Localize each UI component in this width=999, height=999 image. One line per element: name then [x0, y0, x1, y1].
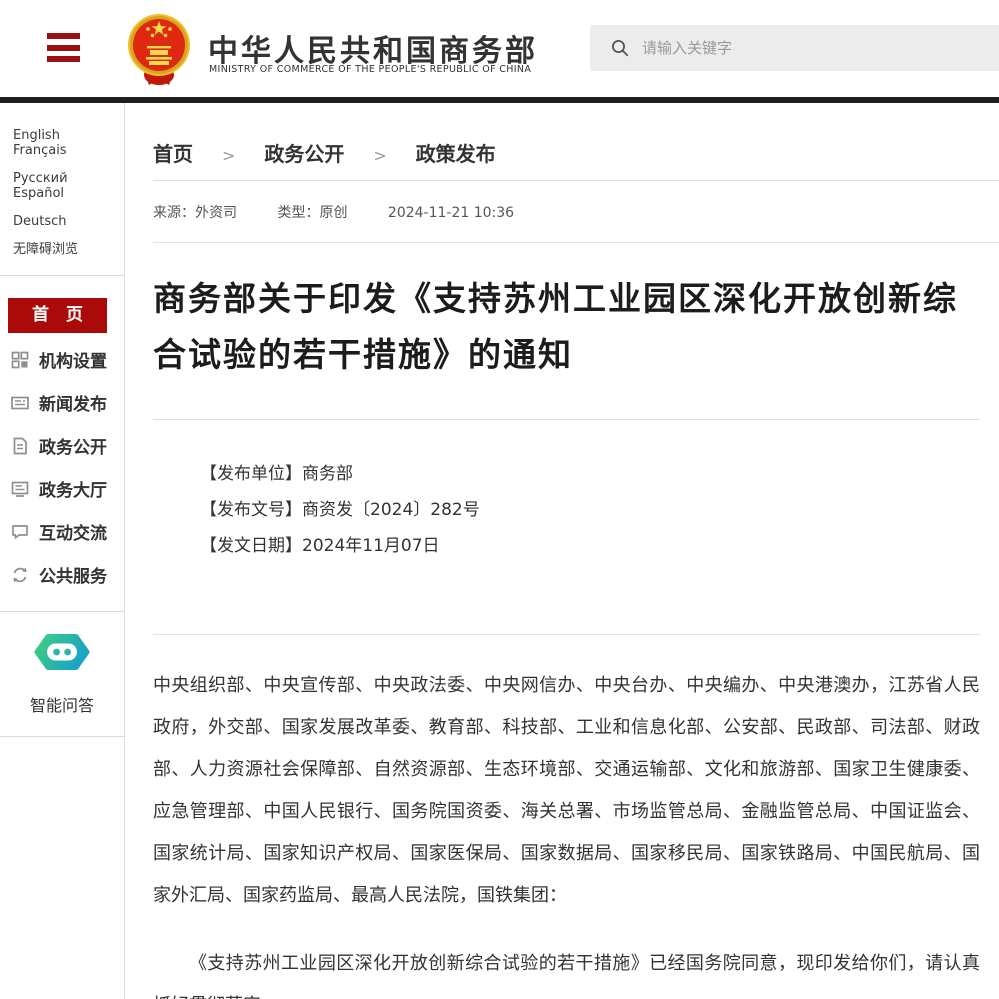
sidebar-nav: 机构设置 新闻发布 政务公开	[0, 338, 124, 596]
publish-unit: 【发布单位】商务部	[200, 456, 980, 492]
ai-robot-icon	[30, 629, 94, 675]
sidebar-item-label: 政务公开	[39, 433, 107, 458]
publish-number: 【发布文号】商资发〔2024〕282号	[200, 492, 980, 528]
public-service-icon	[10, 565, 30, 585]
meta-source: 来源：外资司	[153, 205, 237, 221]
national-emblem-logo	[127, 11, 191, 89]
service-hall-icon	[10, 479, 30, 499]
news-icon	[10, 393, 30, 413]
publication-info: 【发布单位】商务部 【发布文号】商资发〔2024〕282号 【发文日期】2024…	[153, 420, 980, 635]
article-paragraph: 中央组织部、中央宣传部、中央政法委、中央网信办、中央台办、中央编办、中央港澳办，…	[153, 665, 980, 917]
sidebar-item-label: 互动交流	[39, 519, 107, 544]
sidebar-item-interaction[interactable]: 互动交流	[0, 510, 124, 553]
lang-link-espanol[interactable]: Español	[13, 186, 64, 201]
org-grid-icon	[10, 350, 30, 370]
sidebar-item-news[interactable]: 新闻发布	[0, 381, 124, 424]
chat-icon	[10, 522, 30, 542]
search-box[interactable]	[590, 25, 999, 71]
lang-link-english[interactable]: English	[13, 128, 60, 143]
article-paragraph: 《支持苏州工业园区深化开放创新综合试验的若干措施》已经国务院同意，现印发给你们，…	[153, 943, 980, 999]
breadcrumb-gov-affairs[interactable]: 政务公开	[264, 142, 344, 166]
article-meta: 来源：外资司 类型：原创 2024-11-21 10:36	[153, 181, 999, 243]
search-input[interactable]	[642, 39, 942, 57]
publish-date: 【发文日期】2024年11月07日	[200, 528, 980, 564]
sidebar-item-organization[interactable]: 机构设置	[0, 338, 124, 381]
breadcrumb-separator: >	[373, 146, 386, 165]
page-body: English Français Русский Español Deutsch…	[0, 103, 999, 999]
hamburger-menu-icon[interactable]	[47, 33, 80, 62]
site-subtitle: MINISTRY OF COMMERCE OF THE PEOPLE'S REP…	[209, 64, 531, 75]
breadcrumb-separator: >	[222, 146, 235, 165]
sidebar: English Français Русский Español Deutsch…	[0, 103, 125, 999]
sidebar-item-label: 政务大厅	[39, 476, 107, 501]
sidebar-item-gov-affairs[interactable]: 政务公开	[0, 424, 124, 467]
lang-link-francais[interactable]: Français	[13, 143, 67, 158]
sidebar-item-service-hall[interactable]: 政务大厅	[0, 467, 124, 510]
lang-link-deutsch[interactable]: Deutsch	[13, 214, 67, 229]
article-title: 商务部关于印发《支持苏州工业园区深化开放创新综合试验的若干措施》的通知	[153, 271, 965, 383]
breadcrumb-policy-release[interactable]: 政策发布	[416, 142, 496, 166]
accessibility-browse-link[interactable]: 无障碍浏览	[13, 242, 78, 257]
content-area: 首页 > 政务公开 > 政策发布 来源：外资司 类型：原创 2024-11-21…	[125, 103, 999, 999]
sidebar-item-label: 机构设置	[39, 347, 107, 372]
search-icon	[611, 39, 629, 57]
sidebar-item-label: 新闻发布	[39, 390, 107, 415]
breadcrumb-home[interactable]: 首页	[153, 142, 193, 166]
title-section: 商务部关于印发《支持苏州工业园区深化开放创新综合试验的若干措施》的通知	[153, 243, 980, 420]
ai-assistant-label: 智能问答	[0, 692, 124, 716]
lang-link-russian[interactable]: Русский	[13, 171, 68, 186]
site-header: 中华人民共和国商务部 MINISTRY OF COMMERCE OF THE P…	[0, 0, 999, 97]
meta-type: 类型：原创	[277, 205, 347, 221]
meta-datetime: 2024-11-21 10:36	[388, 205, 514, 221]
ai-assistant-entry[interactable]: 智能问答	[0, 611, 124, 737]
sidebar-item-home[interactable]: 首 页	[8, 298, 107, 333]
language-links: English Français Русский Español Deutsch…	[0, 103, 124, 276]
sidebar-item-label: 公共服务	[39, 562, 107, 587]
article-body: 中央组织部、中央宣传部、中央政法委、中央网信办、中央台办、中央编办、中央港澳办，…	[153, 635, 999, 999]
sidebar-item-public-service[interactable]: 公共服务	[0, 553, 124, 596]
document-icon	[10, 436, 30, 456]
breadcrumb: 首页 > 政务公开 > 政策发布	[153, 103, 999, 181]
